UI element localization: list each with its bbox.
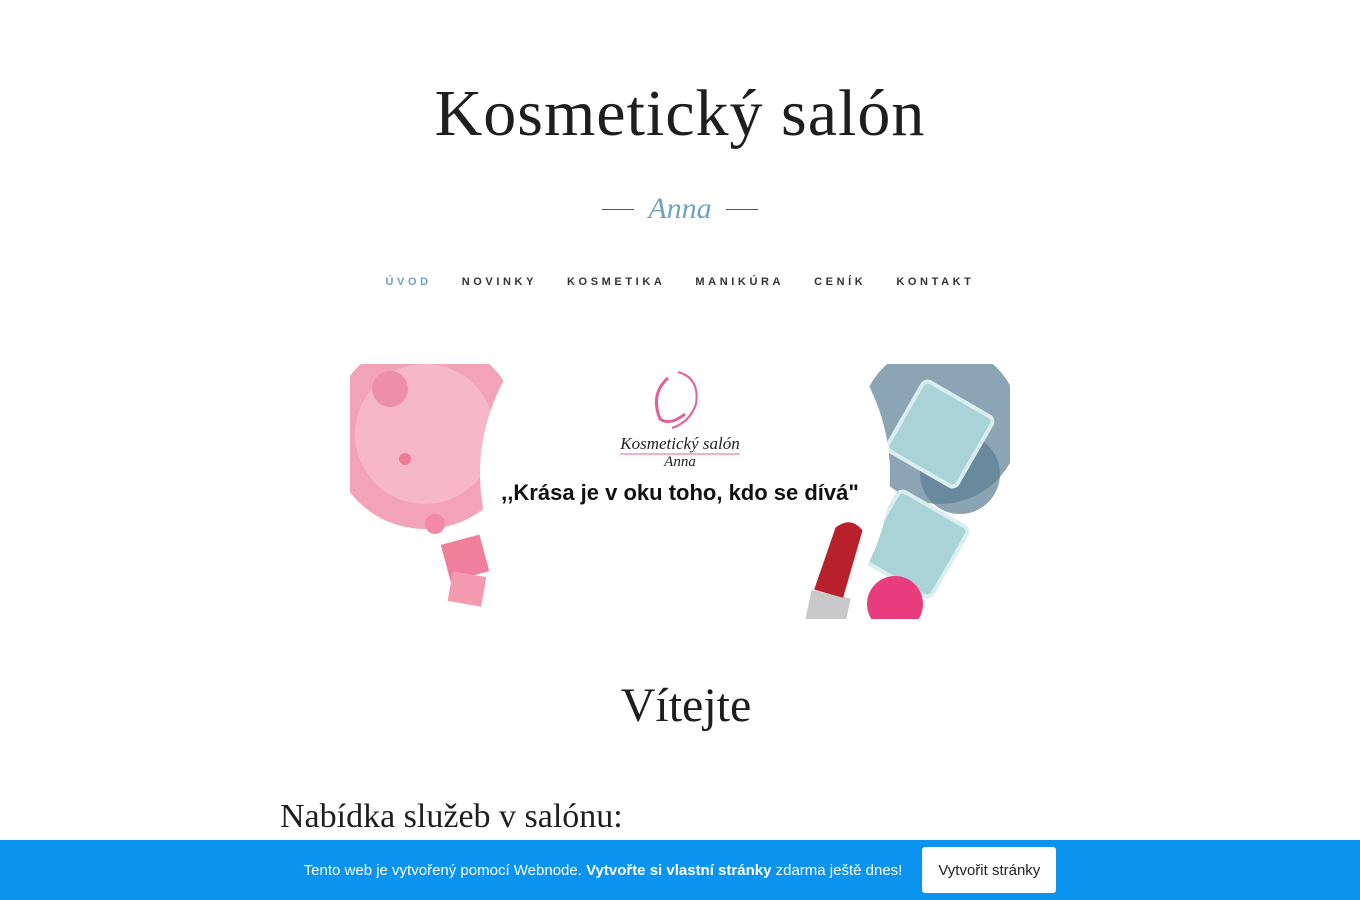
subtitle-row: Anna <box>0 192 1360 226</box>
hero-banner: Kosmetický salón Anna ,,Krása je v oku t… <box>350 364 1010 619</box>
webnode-promo-bar: Tento web je vytvořený pomocí Webnode. V… <box>0 840 1360 900</box>
site-subtitle: Anna <box>648 192 712 225</box>
promo-text-prefix: Tento web je vytvořený pomocí Webnode. <box>303 861 587 879</box>
nav-item-novinky[interactable]: NOVINKY <box>462 276 537 288</box>
promo-text-suffix: zdarma ještě dnes! <box>771 861 903 879</box>
nav-item-cenik[interactable]: CENÍK <box>814 276 866 288</box>
site-title[interactable]: Kosmetický salón <box>0 76 1360 152</box>
page: Kosmetický salón Anna ÚVOD NOVINKY KOSME… <box>0 0 1360 900</box>
subtitle-divider-left <box>602 208 635 210</box>
banner-logo-subtitle: Anna <box>664 454 696 470</box>
promo-text: Tento web je vytvořený pomocí Webnode. V… <box>304 862 903 879</box>
nav-item-uvod[interactable]: ÚVOD <box>386 276 432 288</box>
pink-crumble <box>372 371 408 407</box>
main-nav: ÚVOD NOVINKY KOSMETIKA MANIKÚRA CENÍK KO… <box>0 276 1360 288</box>
create-website-button[interactable]: Vytvořit stránky <box>922 847 1057 893</box>
nav-item-manikura[interactable]: MANIKÚRA <box>695 276 784 288</box>
nav-item-kosmetika[interactable]: KOSMETIKA <box>567 276 665 288</box>
services-heading: Nabídka služeb v salónu: <box>280 798 623 835</box>
banner-logo-title: Kosmetický salón <box>620 434 740 453</box>
nav-item-kontakt[interactable]: KONTAKT <box>896 276 974 288</box>
subtitle-divider-right <box>725 208 758 210</box>
pink-dot <box>425 514 445 534</box>
welcome-heading: Vítejte <box>620 679 752 732</box>
banner-quote: ,,Krása je v oku toho, kdo se dívá" <box>501 480 859 505</box>
promo-text-bold[interactable]: Vytvořte si vlastní stránky <box>586 862 771 879</box>
pink-crumble-square-2 <box>447 571 487 607</box>
